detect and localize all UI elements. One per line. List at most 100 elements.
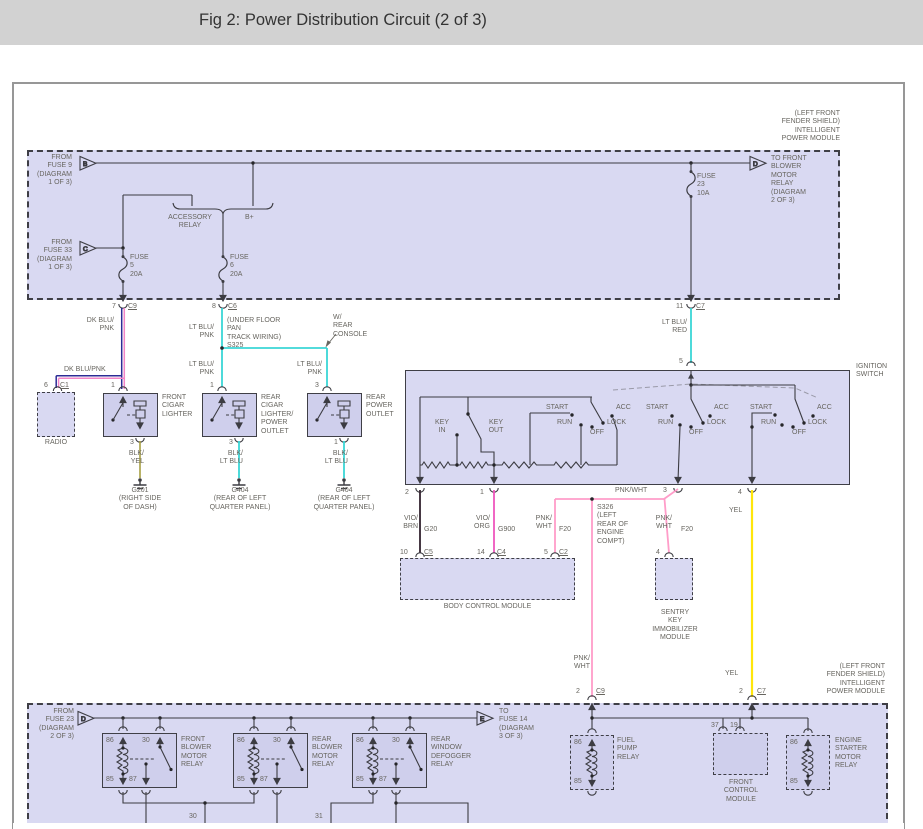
radio-conn-c1: C1 [60, 382, 69, 390]
front-cigar-pin-1: 1 [111, 382, 115, 390]
start-label-1: START [546, 404, 568, 412]
top-module-label: (LEFT FRONT FENDER SHIELD) INTELLIGENT P… [732, 110, 840, 144]
accessory-relay-label: ACCESSORY RELAY [164, 214, 216, 231]
rear-power-outlet-symbol [315, 397, 350, 429]
fuel-pump-pin-85: 85 [574, 778, 582, 786]
flag-letter-d: D [753, 161, 758, 168]
wire-label-dk-blu-pnk-2: DK BLU/PNK [64, 366, 116, 374]
s325-note: (UNDER FLOOR PAN TRACK WIRING) S325 [227, 317, 293, 351]
wire-label-lt-blu-pnk-2: LT BLU/ PNK [184, 361, 214, 378]
flag-letter-e: E [480, 716, 485, 723]
fcm-pin-19: 19 [730, 722, 738, 730]
pin-8: 8 [212, 303, 216, 311]
front-blower-pin-87: 87 [129, 776, 137, 784]
ignition-pin-5: 5 [679, 358, 683, 366]
flag-letter-b: B [83, 161, 87, 168]
defogger-relay-label: REAR WINDOW DEFOGGER RELAY [431, 736, 481, 770]
bcm-pin-14: 14 [477, 549, 485, 557]
wire-label-pnk-wht-h: PNK/WHT [615, 487, 661, 495]
rear-blower-pin-86: 86 [237, 737, 245, 745]
ground-label-g201: G201 (RIGHT SIDE OF DASH) [110, 487, 170, 512]
b-plus-label: B+ [245, 214, 263, 222]
from-fuse23-label: FROM FUSE 23 (DIAGRAM 2 OF 3) [32, 708, 74, 742]
flag-letter-d2: D [81, 716, 86, 723]
conn-c9: C9 [128, 303, 137, 311]
acc-label-3: ACC [817, 404, 832, 412]
bottom-pin-2-yel: 2 [739, 688, 743, 696]
from-fuse9-label: FROM FUSE 9 (DIAGRAM 1 OF 3) [30, 154, 72, 188]
to-front-blower-label: TO FRONT BLOWER MOTOR RELAY (DIAGRAM 2 O… [771, 155, 819, 205]
rear-blower-pin-87: 87 [260, 776, 268, 784]
off-label-1: OFF [590, 429, 604, 437]
s326-label: S326 (LEFT REAR OF ENGINE COMPT) [597, 504, 641, 546]
ignition-pin-2: 2 [405, 489, 409, 497]
rear-outlet-pin-1: 1 [334, 439, 338, 447]
key-in-label: KEY IN [431, 419, 453, 436]
front-blower-relay-label: FRONT BLOWER MOTOR RELAY [181, 736, 225, 770]
wire-label-blk-yel: BLK/ YEL [116, 450, 144, 467]
front-cigar-pin-3: 3 [130, 439, 134, 447]
ground-label-g404-b: G404 (REAR OF LEFT QUARTER PANEL) [306, 487, 382, 512]
wire-label-yel-1: YEL [729, 507, 742, 515]
circuit-g900: G900 [498, 526, 515, 534]
defogger-pin-85: 85 [356, 776, 364, 784]
wire-label-pnk-wht-b: PNK/ WHT [562, 655, 590, 672]
rear-cigar-pin-1: 1 [210, 382, 214, 390]
wire-30-label: 30 [189, 813, 197, 821]
circuit-g20: G20 [424, 526, 437, 534]
pin-11: 11 [676, 303, 683, 311]
bottom-conn-c9: C9 [596, 688, 605, 696]
front-blower-pin-30: 30 [142, 737, 150, 745]
radio-pin-6: 6 [44, 382, 48, 390]
rear-cigar-label: REAR CIGAR LIGHTER/ POWER OUTLET [261, 394, 303, 436]
wire-label-lt-blu-red: LT BLU/ RED [653, 319, 687, 336]
bcm-pin-5: 5 [544, 549, 548, 557]
from-fuse33-label: FROM FUSE 33 (DIAGRAM 1 OF 3) [30, 239, 72, 273]
lock-label-1: LOCK [607, 419, 626, 427]
fuse23-label: FUSE 23 10A [697, 173, 727, 198]
circuit-f20-1: F20 [559, 526, 571, 534]
defogger-pin-86: 86 [356, 737, 364, 745]
bottom-pin-2-pnk: 2 [576, 688, 580, 696]
front-blower-pin-86: 86 [106, 737, 114, 745]
wire-label-lt-blu-pnk-1: LT BLU/ PNK [184, 324, 214, 341]
rear-cigar-lighter-symbol [210, 397, 245, 429]
starter-pin-86: 86 [790, 739, 798, 747]
fuse5-label: FUSE 5 20A [130, 254, 160, 279]
rear-outlet-pin-3: 3 [315, 382, 319, 390]
wire-label-blk-lt-blu-1: BLK/ LT BLU [207, 450, 243, 467]
wire-label-dk-blu-pnk: DK BLU/ PNK [82, 317, 114, 334]
fuel-pump-pin-86: 86 [574, 739, 582, 747]
wire-lt-blu-red [687, 308, 695, 385]
off-label-2: OFF [689, 429, 703, 437]
skim-label: SENTRY KEY IMMOBILIZER MODULE [644, 609, 706, 643]
lock-label-3: LOCK [808, 419, 827, 427]
engine-starter-relay-symbol [802, 740, 813, 786]
defogger-pin-30: 30 [392, 737, 400, 745]
conn-c7: C7 [696, 303, 705, 311]
start-label-2: START [646, 404, 668, 412]
bottom-conn-c7: C7 [757, 688, 766, 696]
rear-outlet-label: REAR POWER OUTLET [366, 394, 408, 419]
key-out-label: KEY OUT [484, 419, 508, 436]
circuit-f20-2: F20 [681, 526, 693, 534]
lock-label-2: LOCK [707, 419, 726, 427]
acc-label-1: ACC [616, 404, 631, 412]
wire-label-pnk-wht-1: PNK/ WHT [528, 515, 552, 532]
conn-c2: C2 [559, 549, 568, 557]
ignition-pin-3: 3 [663, 487, 667, 495]
ignition-switch-label: IGNITION SWITCH [856, 363, 904, 380]
rear-blower-relay-label: REAR BLOWER MOTOR RELAY [312, 736, 356, 770]
wire-31-label: 31 [315, 813, 323, 821]
diagram-page: Fig 2: Power Distribution Circuit (2 of … [0, 0, 923, 829]
start-label-3: START [750, 404, 772, 412]
fuse6-label: FUSE 6 20A [230, 254, 260, 279]
off-label-3: OFF [792, 429, 806, 437]
run-label-2: RUN [658, 419, 673, 427]
conn-c5: C5 [424, 549, 433, 557]
radio-label: RADIO [30, 439, 82, 447]
bcm-pin-10: 10 [400, 549, 408, 557]
conn-c6: C6 [228, 303, 237, 311]
page-bottom-margin [13, 823, 904, 829]
fuel-pump-relay-symbol [586, 740, 597, 786]
